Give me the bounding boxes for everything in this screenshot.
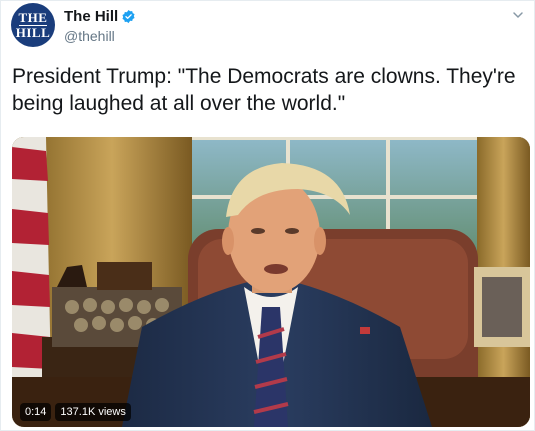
tweet-text: President Trump: "The Democrats are clow… xyxy=(12,65,516,115)
account-handle[interactable]: @thehill xyxy=(64,28,115,44)
video-player[interactable]: 0:14 137.1K views xyxy=(12,137,530,427)
video-views: 137.1K views xyxy=(55,403,131,421)
avatar-text-top: THE xyxy=(18,9,48,25)
display-name[interactable]: The Hill xyxy=(64,8,118,25)
chevron-down-icon[interactable] xyxy=(512,9,524,21)
video-time: 0:14 xyxy=(20,403,52,421)
verified-badge-icon xyxy=(122,9,135,24)
avatar[interactable]: THE HILL xyxy=(11,3,55,47)
video-overlay: 0:14 137.1K views xyxy=(20,403,131,421)
tweet-card: THE HILL The Hill @thehill President Tru… xyxy=(0,0,535,431)
account-name-row[interactable]: The Hill xyxy=(64,8,136,25)
avatar-text-bottom: HILL xyxy=(15,24,51,40)
video-frame xyxy=(12,137,530,427)
